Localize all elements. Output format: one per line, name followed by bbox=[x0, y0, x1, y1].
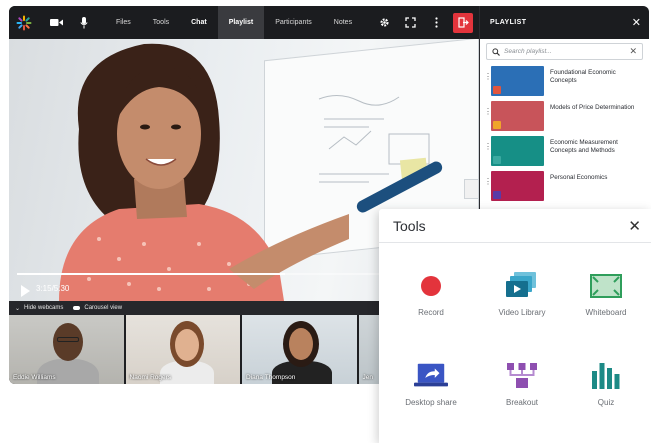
tools-panel: Tools ✕ Record Video Library Whiteboard bbox=[379, 209, 651, 443]
whiteboard-icon bbox=[589, 273, 623, 299]
tool-label: Whiteboard bbox=[585, 308, 627, 317]
clear-search-icon[interactable]: ✕ bbox=[629, 46, 637, 57]
playlist-item[interactable]: ⋮ Foundational Economic Concepts bbox=[480, 64, 649, 99]
tool-label: Desktop share bbox=[405, 398, 457, 407]
playlist-item-label: Personal Economics bbox=[550, 174, 608, 181]
search-icon bbox=[492, 47, 500, 56]
gear-icon[interactable] bbox=[371, 6, 397, 39]
quiz-icon bbox=[589, 363, 623, 389]
playlist-item[interactable]: ⋮ Economic Measurement Concepts and Metho… bbox=[480, 134, 649, 169]
tools-title: Tools bbox=[393, 217, 426, 234]
playlist-search: ✕ bbox=[486, 43, 643, 60]
fullscreen-icon[interactable] bbox=[397, 6, 423, 39]
drag-handle-icon[interactable]: ⋮ bbox=[484, 108, 492, 116]
tools-header: Tools ✕ bbox=[379, 209, 651, 243]
drag-handle-icon[interactable]: ⋮ bbox=[484, 143, 492, 151]
sticky-note bbox=[464, 179, 479, 199]
app-root: Files Tools Chat Playlist Participants N… bbox=[0, 0, 651, 443]
webcam-tile[interactable]: Diana Thompson bbox=[242, 315, 357, 384]
playlist-thumbnail bbox=[491, 66, 544, 96]
video-time: 3:15/5:30 bbox=[36, 284, 70, 293]
more-vertical-icon[interactable] bbox=[423, 6, 449, 39]
tool-label: Video Library bbox=[498, 308, 546, 317]
playlist-item[interactable]: ⋮ Models of Price Determination bbox=[480, 99, 649, 134]
tab-notes[interactable]: Notes bbox=[323, 6, 363, 39]
tab-playlist[interactable]: Playlist bbox=[217, 6, 265, 39]
spark-logo-icon bbox=[11, 6, 37, 39]
playlist-thumbnail bbox=[491, 136, 544, 166]
quiz-button[interactable]: Quiz bbox=[561, 363, 651, 407]
file-type-icon bbox=[493, 156, 501, 164]
progress-fill bbox=[17, 273, 285, 275]
playlist-title: PLAYLIST bbox=[490, 19, 527, 26]
record-icon bbox=[414, 273, 448, 299]
playlist-item-label: Foundational Economic Concepts bbox=[550, 69, 616, 84]
tab-chat[interactable]: Chat bbox=[180, 6, 218, 39]
video-library-icon bbox=[505, 272, 539, 299]
carousel-view-toggle[interactable]: Carousel view bbox=[73, 305, 122, 311]
webcam-tile[interactable]: Naomi Rogers bbox=[125, 315, 241, 384]
toggle-switch-icon bbox=[73, 306, 81, 310]
top-toolbar: Files Tools Chat Playlist Participants N… bbox=[9, 6, 479, 39]
playlist-item-label: Models of Price Determination bbox=[550, 104, 635, 111]
chevron-down-icon: ⌄ bbox=[15, 305, 21, 312]
playlist-header: PLAYLIST ✕ bbox=[480, 6, 649, 39]
webcam-tile[interactable]: Eddie Williams bbox=[9, 315, 124, 384]
tab-files[interactable]: Files bbox=[105, 6, 142, 39]
file-type-icon bbox=[493, 121, 501, 129]
breakout-icon bbox=[505, 363, 539, 389]
toolbar-right-actions bbox=[371, 6, 479, 39]
video-library-button[interactable]: Video Library bbox=[477, 272, 567, 317]
desktop-share-button[interactable]: Desktop share bbox=[386, 363, 476, 407]
record-button[interactable]: Record bbox=[386, 273, 476, 317]
close-icon[interactable]: ✕ bbox=[632, 16, 641, 29]
carousel-view-label: Carousel view bbox=[84, 305, 123, 311]
playlist-thumbnail bbox=[491, 171, 544, 201]
search-input[interactable] bbox=[504, 48, 630, 55]
webcam-name: Naomi Rogers bbox=[129, 374, 172, 381]
tool-label: Breakout bbox=[505, 398, 539, 407]
webcam-name: Diana Thompson bbox=[246, 374, 296, 381]
hide-webcams-toggle[interactable]: ⌄ Hide webcams bbox=[15, 305, 63, 312]
tab-participants[interactable]: Participants bbox=[264, 6, 323, 39]
drag-handle-icon[interactable]: ⋮ bbox=[484, 178, 492, 186]
play-icon[interactable] bbox=[21, 285, 30, 297]
file-type-icon bbox=[493, 86, 501, 94]
tab-tools[interactable]: Tools bbox=[142, 6, 180, 39]
file-type-icon bbox=[493, 191, 501, 199]
tool-label: Record bbox=[418, 308, 444, 317]
whiteboard-button[interactable]: Whiteboard bbox=[561, 273, 651, 317]
microphone-icon[interactable] bbox=[71, 6, 97, 39]
drag-handle-icon[interactable]: ⋮ bbox=[484, 73, 492, 81]
camera-icon[interactable] bbox=[43, 6, 69, 39]
playlist-item[interactable]: ⋮ Personal Economics bbox=[480, 169, 649, 204]
exit-icon[interactable] bbox=[453, 12, 473, 33]
playlist-panel: PLAYLIST ✕ ✕ ⋮ Foundational Economic Conc… bbox=[479, 6, 649, 226]
hide-webcams-label: Hide webcams bbox=[24, 305, 64, 311]
close-icon[interactable]: ✕ bbox=[628, 217, 641, 235]
tool-label: Quiz bbox=[597, 398, 615, 407]
tools-grid: Record Video Library Whiteboard Desktop … bbox=[379, 243, 651, 443]
webcam-name: Eddie Williams bbox=[13, 374, 56, 381]
presenter bbox=[49, 39, 349, 301]
webcam-name: Jen bbox=[362, 374, 374, 381]
desktop-share-icon bbox=[414, 363, 448, 389]
playlist-item-label: Economic Measurement Concepts and Method… bbox=[550, 139, 618, 154]
playlist-list: ⋮ Foundational Economic Concepts ⋮ Models o… bbox=[480, 64, 649, 204]
breakout-button[interactable]: Breakout bbox=[477, 363, 567, 407]
playlist-thumbnail bbox=[491, 101, 544, 131]
